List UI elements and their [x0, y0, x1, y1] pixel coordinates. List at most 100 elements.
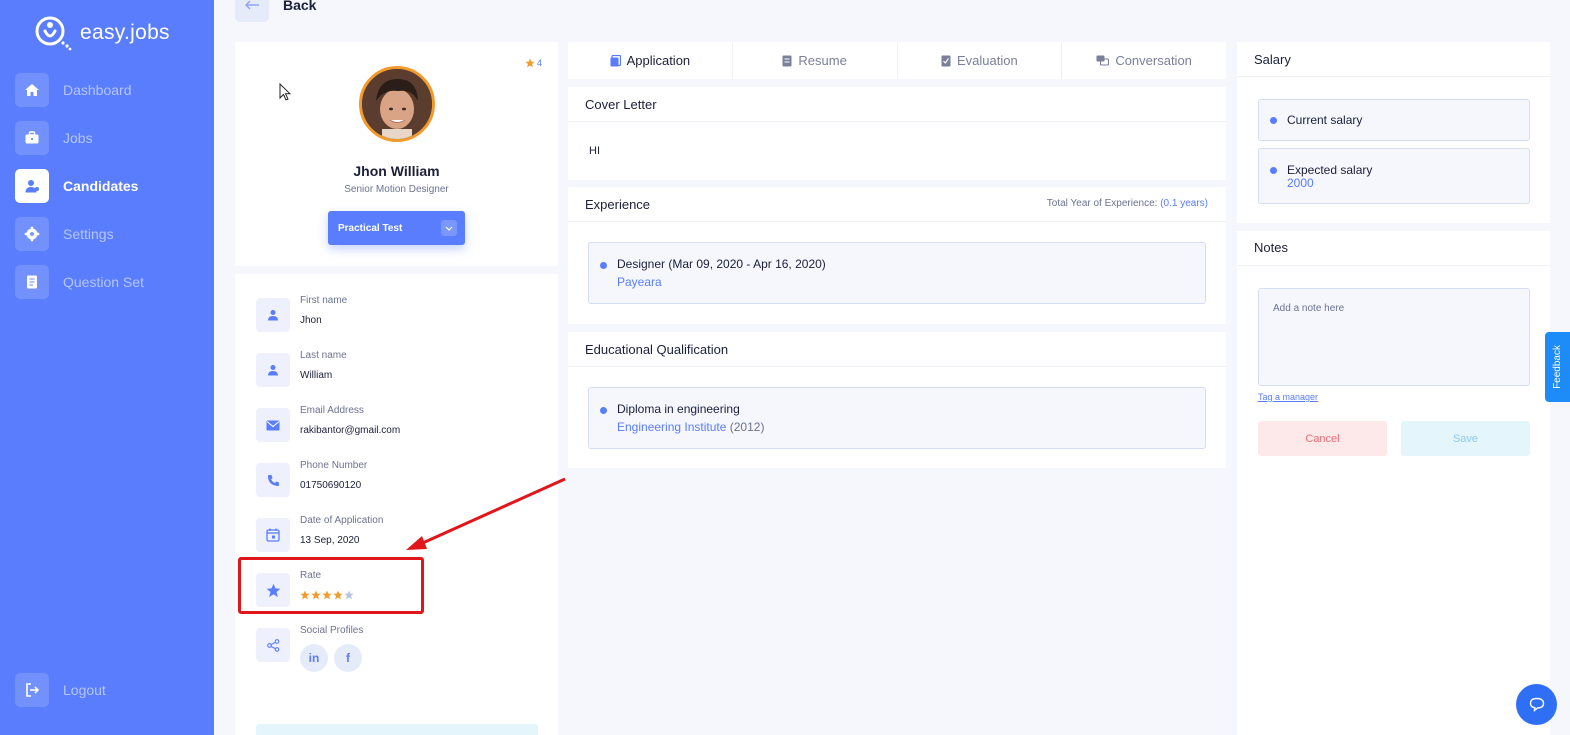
tab-resume[interactable]: Resume	[733, 42, 898, 79]
envelope-icon	[256, 408, 290, 442]
sidebar-item-jobs[interactable]: Jobs	[15, 121, 205, 155]
divider	[568, 221, 1226, 222]
experience-item-company[interactable]: Payeara	[617, 275, 662, 289]
feedback-tab[interactable]: Feedback	[1545, 332, 1570, 402]
logout-icon	[15, 673, 49, 707]
detail-tabs: Application Resume Evaluation Conversati…	[568, 42, 1226, 79]
linkedin-button[interactable]: in	[300, 644, 328, 672]
sidebar-item-question-set[interactable]: Question Set	[15, 265, 205, 299]
cancel-button[interactable]: Cancel	[1258, 421, 1387, 456]
chevron-down-icon	[441, 220, 457, 236]
annotation-arrow-icon	[406, 477, 566, 550]
share-icon	[256, 628, 290, 662]
social-profiles-row: Social Profiles in f	[256, 625, 546, 672]
phone-icon	[256, 463, 290, 497]
education-institute[interactable]: Engineering Institute	[617, 420, 726, 434]
back-label[interactable]: Back	[283, 0, 316, 13]
logout-label: Logout	[63, 682, 106, 698]
education-item-title: Diploma in engineering	[617, 402, 740, 416]
rating-count: 4	[536, 58, 542, 68]
divider	[568, 366, 1226, 367]
total-experience-value: (0.1 years)	[1160, 198, 1208, 209]
tab-application[interactable]: Application	[568, 42, 733, 79]
facebook-button[interactable]: f	[334, 644, 362, 672]
mouse-cursor-icon	[279, 83, 291, 101]
sidebar-item-settings[interactable]: Settings	[15, 217, 205, 251]
sidebar: easy.jobs Dashboard Jobs Candidates Sett…	[0, 0, 214, 735]
date-value: 13 Sep, 2020	[300, 535, 360, 546]
star-icon	[525, 58, 535, 68]
chat-icon	[1529, 697, 1544, 712]
education-item: Diploma in engineering Engineering Insti…	[588, 387, 1206, 449]
education-card: Educational Qualification Diploma in eng…	[568, 332, 1226, 468]
social-links: in f	[300, 644, 362, 672]
pipeline-stage-dropdown[interactable]: Practical Test	[328, 211, 465, 245]
total-experience: Total Year of Experience: (0.1 years)	[1047, 198, 1208, 209]
bullet-dot	[1270, 117, 1277, 124]
tab-evaluation[interactable]: Evaluation	[898, 42, 1063, 79]
cover-letter-title: Cover Letter	[585, 97, 657, 112]
experience-item: Designer (Mar 09, 2020 - Apr 16, 2020) P…	[588, 242, 1206, 304]
phone-label: Phone Number	[300, 460, 368, 471]
last-name-label: Last name	[300, 350, 347, 361]
education-year: (2012)	[729, 420, 765, 434]
logo[interactable]: easy.jobs	[34, 14, 170, 52]
avatar	[359, 66, 435, 142]
resume-icon	[782, 55, 792, 66]
tab-label: Evaluation	[957, 53, 1018, 68]
logo-icon	[34, 14, 72, 52]
evaluation-icon	[941, 55, 951, 66]
divider	[568, 121, 1226, 122]
note-input[interactable]	[1258, 288, 1530, 386]
cover-letter-text: HI	[589, 145, 600, 157]
email-value[interactable]: rakibantor@gmail.com	[300, 425, 400, 436]
conversation-icon	[1096, 55, 1110, 66]
stage-label: Practical Test	[338, 222, 403, 234]
notes-card: Notes Tag a manager Cancel Save	[1237, 231, 1550, 735]
first-name-row: First name Jhon	[256, 295, 546, 335]
cover-letter-card: Cover Letter HI	[568, 87, 1226, 180]
total-experience-label: Total Year of Experience:	[1046, 198, 1158, 209]
divider	[1237, 76, 1550, 77]
chat-button[interactable]	[1516, 684, 1557, 725]
document-icon	[15, 265, 49, 299]
experience-card: Experience Total Year of Experience: (0.…	[568, 187, 1226, 324]
salary-title: Salary	[1254, 52, 1291, 67]
phone-value[interactable]: 01750690120	[300, 480, 361, 491]
first-name-value: Jhon	[300, 315, 322, 326]
user-icon	[15, 169, 49, 203]
annotation-highlight-box	[238, 557, 424, 614]
expected-salary-label: Expected salary	[1287, 163, 1373, 177]
back-button[interactable]	[235, 0, 269, 22]
tag-manager-link[interactable]: Tag a manager	[1258, 392, 1318, 402]
logout-button[interactable]: Logout	[15, 673, 205, 707]
sidebar-item-label: Dashboard	[63, 82, 132, 98]
current-salary-label: Current salary	[1287, 113, 1363, 127]
sidebar-item-candidates[interactable]: Candidates	[15, 169, 205, 203]
sidebar-item-dashboard[interactable]: Dashboard	[15, 73, 205, 107]
feedback-label: Feedback	[1552, 345, 1563, 389]
candidate-name: Jhon William	[353, 163, 440, 179]
candidate-role: Senior Motion Designer	[344, 184, 449, 195]
profile-card: 4 Jhon William Senior Motion Designer Pr…	[235, 42, 558, 266]
salary-card: Salary Current salary Expected salary 20…	[1237, 42, 1550, 223]
date-label: Date of Application	[300, 515, 384, 526]
briefcase-icon	[15, 121, 49, 155]
sidebar-item-label: Question Set	[63, 274, 144, 290]
sidebar-item-label: Jobs	[63, 130, 93, 146]
bullet-dot	[1270, 167, 1277, 174]
social-label: Social Profiles	[300, 625, 364, 636]
calendar-icon	[256, 518, 290, 552]
person-icon	[256, 353, 290, 387]
save-button[interactable]: Save	[1401, 421, 1530, 456]
tab-conversation[interactable]: Conversation	[1062, 42, 1226, 79]
person-icon	[256, 298, 290, 332]
education-title: Educational Qualification	[585, 342, 729, 357]
tab-label: Resume	[798, 53, 847, 68]
bottom-action-button[interactable]	[256, 724, 538, 735]
last-name-value: William	[300, 370, 333, 381]
application-icon	[610, 54, 621, 66]
last-name-row: Last name William	[256, 350, 546, 390]
experience-item-title: Designer (Mar 09, 2020 - Apr 16, 2020)	[617, 257, 826, 271]
sidebar-item-label: Settings	[63, 226, 114, 242]
